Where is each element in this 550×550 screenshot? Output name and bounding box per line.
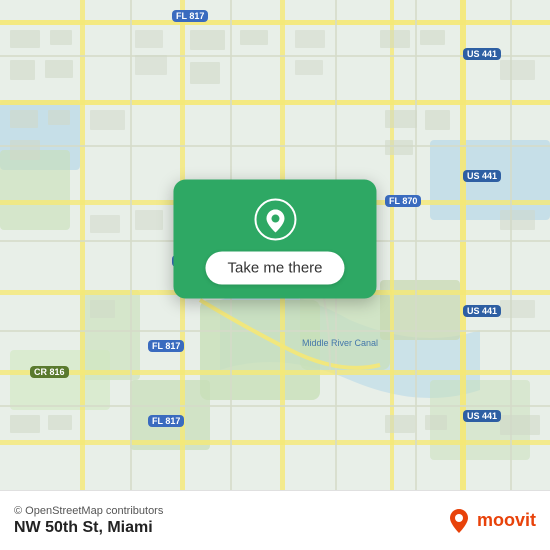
road-badge-us441-bottom: US 441 <box>463 410 501 422</box>
moovit-brand-icon <box>445 507 473 535</box>
road-badge-fl817-top: FL 817 <box>172 10 208 22</box>
pin-icon <box>253 198 297 242</box>
moovit-logo[interactable]: moovit <box>445 507 536 535</box>
location-name: NW 50th St, Miami <box>14 519 163 537</box>
bottom-left: © OpenStreetMap contributors NW 50th St,… <box>14 505 163 537</box>
road-badge-us441-top: US 441 <box>463 48 501 60</box>
road-badge-fl817-lower: FL 817 <box>148 340 184 352</box>
map-container: FL 817 US 441 US 441 FL 870 FL 817 US 44… <box>0 0 550 490</box>
take-me-there-button[interactable]: Take me there <box>205 252 344 285</box>
road-badge-cr816: CR 816 <box>30 366 69 378</box>
road-badge-fl817-bottom: FL 817 <box>148 415 184 427</box>
canal-label: Middle River Canal <box>302 338 378 348</box>
bottom-bar: © OpenStreetMap contributors NW 50th St,… <box>0 490 550 550</box>
road-badge-fl870: FL 870 <box>385 195 421 207</box>
road-badge-us441-mid: US 441 <box>463 170 501 182</box>
road-badge-us441-lower: US 441 <box>463 305 501 317</box>
location-card: Take me there <box>173 180 376 299</box>
osm-attribution: © OpenStreetMap contributors <box>14 505 163 517</box>
moovit-text: moovit <box>477 510 536 531</box>
